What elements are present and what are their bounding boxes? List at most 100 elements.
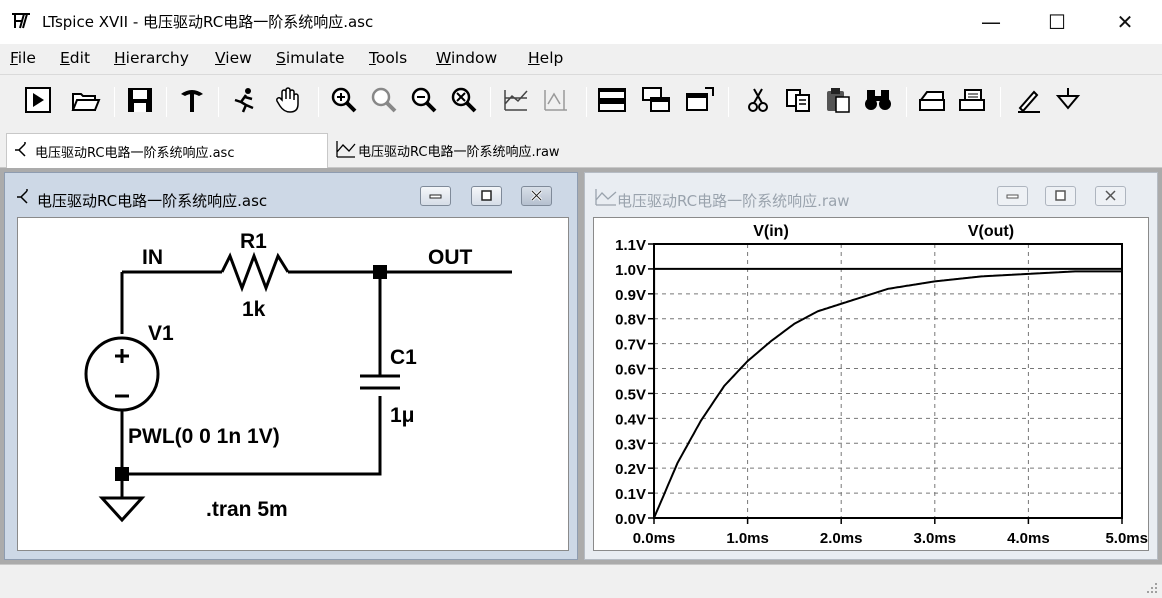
- find-button[interactable]: [860, 82, 896, 118]
- toolbar-separator: [586, 87, 587, 117]
- save-icon: [128, 88, 152, 112]
- draw-wire-button[interactable]: [1010, 82, 1046, 118]
- copy-button[interactable]: [780, 82, 816, 118]
- waveform-window[interactable]: 电压驱动RC电路一阶系统响应.raw 0.0V 0.1V 0.2V 0.3V 0.4V 0…: [584, 172, 1158, 560]
- control-panel-button[interactable]: [174, 82, 210, 118]
- tab-schematic[interactable]: 电压驱动RC电路一阶系统响应.asc: [6, 133, 328, 168]
- cascade-icon: [642, 87, 670, 112]
- document-tab-bar: 电压驱动RC电路一阶系统响应.asc 电压驱动RC电路一阶系统响应.raw: [0, 128, 1162, 168]
- waveform-restore-button[interactable]: [1045, 186, 1076, 206]
- zoom-fit-button[interactable]: [366, 82, 402, 118]
- schematic-canvas[interactable]: IN OUT R1 1k C1 1μ V1 PWL(0 0 1n 1V) .tr…: [17, 217, 569, 551]
- junction-ground: [115, 467, 129, 481]
- schematic-close-button[interactable]: [521, 186, 552, 206]
- menu-bar: File Edit Hierarchy View Simulate Tools …: [0, 44, 1162, 74]
- print-button[interactable]: [954, 82, 990, 118]
- halt-icon: [234, 88, 254, 113]
- menu-hierarchy[interactable]: Hierarchy: [114, 49, 189, 67]
- y-tick-label: 0.5V: [615, 386, 646, 403]
- menu-tools[interactable]: Tools: [369, 49, 407, 67]
- y-tick-label: 1.1V: [615, 237, 646, 254]
- tab-label: 电压驱动RC电路一阶系统响应.raw: [358, 145, 560, 160]
- run-button[interactable]: [20, 82, 56, 118]
- resize-grip-icon[interactable]: [1146, 582, 1158, 594]
- waveform-close-button[interactable]: [1095, 186, 1126, 206]
- autorange-icon: [504, 90, 528, 111]
- schematic-minimize-button[interactable]: [420, 186, 451, 206]
- tab-label: 电压驱动RC电路一阶系统响应.asc: [35, 146, 235, 161]
- close-all-button[interactable]: [682, 82, 718, 118]
- label-v1-value: PWL(0 0 1n 1V): [128, 425, 280, 448]
- minimize-icon: [1006, 194, 1019, 199]
- close-button[interactable]: ✕: [1102, 0, 1148, 44]
- cascade-button[interactable]: [638, 82, 674, 118]
- print-preview-button[interactable]: [914, 82, 950, 118]
- schematic-drawing: IN OUT R1 1k C1 1μ V1 PWL(0 0 1n 1V) .tr…: [84, 230, 512, 523]
- title-bar: LTspice XVII - 电压驱动RC电路一阶系统响应.asc — ☐ ✕: [0, 0, 1162, 44]
- open-button[interactable]: [68, 82, 104, 118]
- x-tick-label: 0.0ms: [633, 530, 676, 547]
- pan-button[interactable]: [270, 82, 306, 118]
- y-tick-label: 0.6V: [615, 362, 646, 379]
- status-bar: [0, 564, 1162, 598]
- zoom-out-button[interactable]: [406, 82, 442, 118]
- label-r1-value: 1k: [242, 298, 266, 321]
- legend-label-vin[interactable]: V(in): [753, 223, 789, 240]
- cut-button[interactable]: [740, 82, 776, 118]
- paste-button[interactable]: [820, 82, 856, 118]
- tab-waveform[interactable]: 电压驱动RC电路一阶系统响应.raw: [330, 133, 640, 165]
- menu-edit[interactable]: Edit: [60, 49, 90, 67]
- close-icon: [1105, 190, 1116, 201]
- zoom-cancel-icon: [451, 87, 477, 113]
- toolbar-separator: [728, 87, 729, 117]
- toolbar-separator: [1000, 87, 1001, 117]
- waveform-canvas[interactable]: 0.0V 0.1V 0.2V 0.3V 0.4V 0.5V 0.6V 0.7V 0.8V 0.9V…: [593, 217, 1149, 551]
- ground-icon: [1055, 88, 1081, 110]
- copy-icon: [786, 89, 810, 112]
- zoom-in-icon: [331, 87, 357, 113]
- print-preview-icon: [919, 91, 945, 111]
- schematic-window-title: 电压驱动RC电路一阶系统响应.asc: [37, 192, 268, 210]
- ground-button[interactable]: [1050, 82, 1086, 118]
- save-button[interactable]: [122, 82, 158, 118]
- halt-button[interactable]: [226, 82, 262, 118]
- x-tick-label: 5.0ms: [1105, 530, 1148, 547]
- toolbar-separator: [318, 87, 319, 117]
- schematic-icon: [15, 142, 26, 157]
- label-c1-value: 1μ: [390, 404, 415, 427]
- restore-icon: [1055, 190, 1066, 201]
- tile-horizontal-icon: [598, 88, 626, 112]
- zoom-fit-icon: [371, 87, 397, 113]
- menu-window[interactable]: Window: [436, 49, 497, 67]
- plot-frame: [653, 243, 1123, 519]
- autorange-button[interactable]: [498, 82, 534, 118]
- toolbar: [0, 74, 1162, 128]
- maximize-button[interactable]: ☐: [1034, 0, 1080, 44]
- schematic-restore-button[interactable]: [471, 186, 502, 206]
- paste-icon: [827, 88, 850, 113]
- legend-label-vout[interactable]: V(out): [968, 223, 1014, 240]
- ground-symbol: [98, 496, 146, 523]
- pick-trace-button[interactable]: [538, 82, 574, 118]
- cut-icon: [748, 88, 768, 112]
- waveform-plot[interactable]: 0.0V 0.1V 0.2V 0.3V 0.4V 0.5V 0.6V 0.7V 0.8V 0.9V…: [594, 218, 1148, 550]
- schematic-window[interactable]: 电压驱动RC电路一阶系统响应.asc IN OUT R1 1k C1 1μ V1…: [4, 172, 578, 560]
- close-icon: [530, 189, 543, 202]
- x-tick-label: 4.0ms: [1007, 530, 1050, 547]
- source-v1: [84, 336, 160, 412]
- zoom-cancel-button[interactable]: [446, 82, 482, 118]
- print-icon: [959, 89, 985, 111]
- waveform-icon: [595, 189, 617, 206]
- resistor-r1: [220, 251, 290, 293]
- minimize-icon: —: [981, 10, 1001, 34]
- waveform-minimize-button[interactable]: [997, 186, 1028, 206]
- menu-file[interactable]: File: [10, 49, 36, 67]
- menu-help[interactable]: Help: [528, 49, 563, 67]
- tile-horizontal-button[interactable]: [594, 82, 630, 118]
- menu-simulate[interactable]: Simulate: [276, 49, 345, 67]
- minimize-button[interactable]: —: [968, 0, 1014, 44]
- control-panel-icon: [181, 90, 203, 112]
- menu-view[interactable]: View: [215, 49, 252, 67]
- source-plus: [115, 349, 129, 363]
- zoom-in-button[interactable]: [326, 82, 362, 118]
